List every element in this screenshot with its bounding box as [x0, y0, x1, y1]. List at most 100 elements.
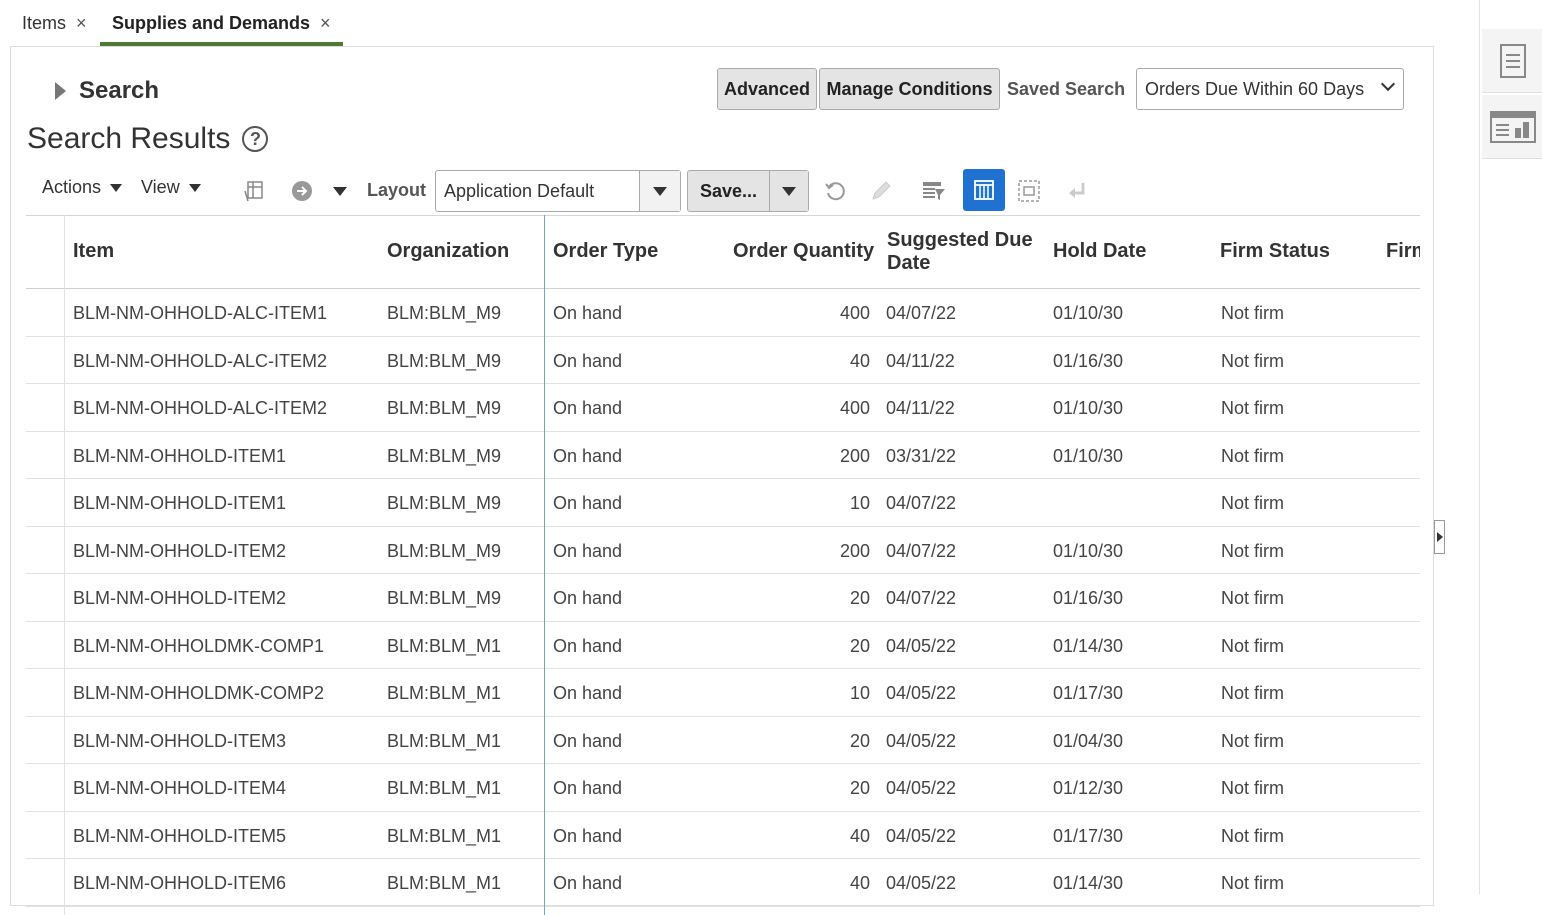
query-by-example-icon[interactable] [917, 174, 951, 208]
cell-order-quantity: 40 [849, 873, 870, 893]
view-menu[interactable]: View [141, 177, 201, 198]
analytics-panel-button[interactable] [1482, 95, 1542, 159]
cell-order-quantity: 10 [849, 683, 870, 703]
column-header-item[interactable]: Item [73, 240, 114, 263]
advanced-button-label: Advanced [723, 78, 811, 99]
table-row[interactable]: BLM-NM-OHHOLD-ITEM1 BLM:BLM_M9 On hand 200 0… [26, 432, 1420, 479]
cell-firm-status: Not firm [1221, 730, 1284, 751]
table-row[interactable]: BLM-NM-OHHOLD-ALC-ITEM2 BLM:BLM_M9 On hand… [26, 337, 1420, 384]
cell-item: BLM-NM-OHHOLD-ITEM5 [73, 825, 287, 846]
table-row[interactable]: BLM-NM-OHHOLD-ITEM2 BLM:BLM_M9 On hand 20 04… [26, 574, 1420, 622]
cell-order-type: On hand [553, 303, 623, 323]
cell-hold-date: 01/04/30 [1053, 730, 1124, 751]
cell-order-type: On hand [553, 778, 623, 798]
chart-icon [1489, 110, 1536, 143]
column-divider [64, 215, 65, 915]
save-dropdown-button[interactable] [770, 171, 808, 211]
cell-suggested-due-date: 04/05/22 [886, 730, 957, 751]
saved-search-select[interactable]: Orders Due Within 60 Days [1136, 68, 1404, 110]
cell-suggested-due-date: 04/05/22 [886, 683, 957, 703]
cell-suggested-due-date: 04/07/22 [886, 303, 957, 323]
cell-firm-status: Not firm [1221, 825, 1284, 846]
cell-order-quantity: 200 [839, 445, 870, 466]
actions-label: Actions [42, 177, 102, 197]
cell-suggested-due-date: 04/07/22 [886, 493, 957, 513]
cell-organization: BLM:BLM_M9 [387, 540, 502, 561]
refresh-icon[interactable] [818, 174, 852, 208]
table-row[interactable]: BLM-NM-OHHOLDMK-COMP1 BLM:BLM_M1 On hand 20… [26, 622, 1420, 669]
column-header-hold-date[interactable]: Hold Date [1053, 240, 1146, 263]
close-icon[interactable]: × [320, 13, 331, 34]
cell-firm-status: Not firm [1221, 398, 1284, 418]
grid-view-icon[interactable] [963, 169, 1005, 211]
table-row[interactable]: BLM-NM-OHHOLD-ITEM4 BLM:BLM_M1 On hand 20 04… [26, 764, 1420, 812]
cell-firm-status: Not firm [1221, 683, 1284, 703]
frozen-column-divider [544, 215, 545, 915]
cell-hold-date: 01/16/30 [1053, 588, 1124, 608]
tab-items[interactable]: Items × [22, 0, 87, 46]
cell-organization: BLM:BLM_M1 [387, 730, 502, 751]
go-icon[interactable] [285, 174, 319, 208]
table-row[interactable]: BLM-NM-OHHOLD-ITEM5 BLM:BLM_M1 On hand 40 04… [26, 812, 1420, 859]
cell-order-type: On hand [553, 825, 623, 846]
help-icon[interactable]: ? [242, 126, 269, 152]
column-header-order-type[interactable]: Order Type [553, 240, 658, 263]
manage-conditions-button[interactable]: Manage Conditions [819, 68, 1000, 110]
edit-icon[interactable] [864, 174, 898, 208]
go-menu-caret-icon[interactable] [323, 174, 357, 208]
cell-hold-date: 01/10/30 [1053, 303, 1124, 323]
advanced-button[interactable]: Advanced [717, 68, 817, 110]
search-title: Search [79, 77, 160, 104]
caret-down-icon [782, 186, 796, 196]
tab-supplies-and-demands[interactable]: Supplies and Demands × [112, 0, 331, 46]
cell-order-quantity: 40 [849, 350, 870, 371]
cell-order-quantity: 20 [849, 778, 870, 798]
panel-collapse-handle[interactable] [1434, 520, 1445, 554]
saved-search-value: Orders Due Within 60 Days [1145, 78, 1365, 99]
wrap-icon[interactable] [1060, 174, 1094, 208]
column-header-suggested-due-date[interactable]: Suggested Due Date [887, 229, 1033, 275]
cell-order-quantity: 10 [849, 493, 870, 513]
column-header-firm-status[interactable]: Firm Status [1220, 240, 1330, 263]
actions-menu[interactable]: Actions [42, 177, 123, 198]
search-disclosure[interactable]: Search [55, 77, 159, 105]
page-title: Search Results [27, 122, 231, 155]
cell-hold-date: 01/14/30 [1053, 635, 1124, 656]
table-row[interactable]: BLM-NM-OHHOLD-ALC-ITEM1 BLM:BLM_M9 On hand… [26, 289, 1420, 337]
document-icon [1499, 43, 1526, 78]
layout-dropdown-button[interactable] [640, 171, 680, 211]
cell-item: BLM-NM-OHHOLD-ITEM1 [73, 493, 287, 513]
cell-item: BLM-NM-OHHOLD-ITEM1 [73, 445, 287, 466]
cell-firm-status: Not firm [1221, 873, 1284, 893]
table-row[interactable]: BLM-NM-OHHOLD-ITEM1 BLM:BLM_M9 On hand 10 04… [26, 479, 1420, 527]
cell-suggested-due-date: 04/07/22 [886, 588, 957, 608]
column-header-organization[interactable]: Organization [387, 240, 509, 263]
search-results-heading: Search Results ? [27, 122, 269, 156]
cell-firm-status: Not firm [1221, 350, 1284, 371]
column-header-firm[interactable]: Firm [1386, 240, 1420, 263]
cell-firm-status: Not firm [1221, 635, 1284, 656]
cell-hold-date: 01/10/30 [1053, 398, 1124, 418]
layout-select[interactable]: Application Default [435, 170, 681, 212]
saved-search-label: Saved Search [1007, 79, 1126, 99]
cell-order-type: On hand [553, 635, 623, 656]
cell-firm-status: Not firm [1221, 778, 1284, 798]
table-row[interactable]: BLM-NM-OHHOLD-ITEM6 BLM:BLM_M1 On hand 40 04… [26, 859, 1420, 907]
manage-conditions-label: Manage Conditions [826, 78, 993, 99]
table-row[interactable]: BLM-NM-OHHOLDMK-COMP2 BLM:BLM_M1 On hand 10… [26, 669, 1420, 717]
document-panel-button[interactable] [1482, 29, 1542, 93]
detach-icon[interactable] [1012, 174, 1046, 208]
table-row[interactable]: BLM-NM-OHHOLD-ALC-ITEM2 BLM:BLM_M9 On hand… [26, 384, 1420, 432]
table-row[interactable]: BLM-NM-OHHOLD-ITEM3 BLM:BLM_M1 On hand 20 04… [26, 717, 1420, 764]
expand-triangle-icon[interactable] [55, 82, 66, 100]
column-header-order-quantity[interactable]: Order Quantity [733, 240, 874, 263]
cell-organization: BLM:BLM_M9 [387, 398, 502, 418]
cell-suggested-due-date: 04/05/22 [886, 778, 957, 798]
cell-order-type: On hand [553, 873, 623, 893]
cell-order-type: On hand [553, 683, 623, 703]
freeze-columns-icon[interactable] [237, 174, 271, 208]
save-layout-button[interactable]: Save... [687, 170, 809, 212]
close-icon[interactable]: × [76, 13, 87, 34]
cell-order-quantity: 40 [849, 825, 870, 846]
table-row[interactable]: BLM-NM-OHHOLD-ITEM2 BLM:BLM_M9 On hand 200 0… [26, 527, 1420, 574]
